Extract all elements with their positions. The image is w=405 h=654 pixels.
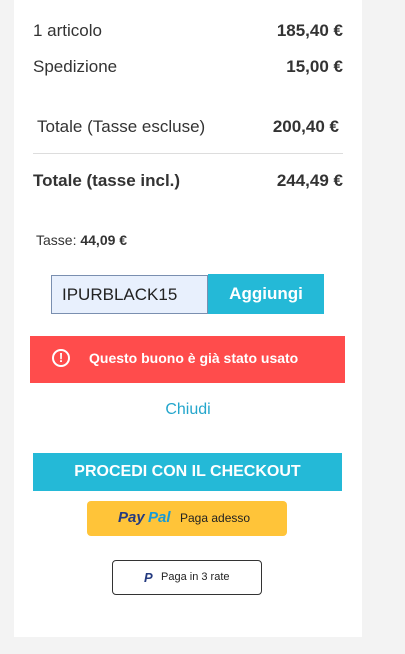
paypal-pay-now-label: Paga adesso	[180, 511, 251, 525]
total-value: 244,49 €	[276, 171, 343, 190]
items-label: 1 articolo	[33, 21, 102, 40]
paypal-installments-label: Paga in 3 rate	[161, 571, 230, 583]
divider	[33, 153, 343, 154]
checkout-button[interactable]: PROCEDI CON IL CHECKOUT	[33, 453, 342, 491]
subtotal-value: 200,40 €	[272, 117, 339, 136]
items-value: 185,40 €	[276, 21, 343, 40]
coupon-input[interactable]	[51, 275, 208, 314]
cart-summary-card	[14, 0, 362, 637]
taxes-value: 44,09 €	[80, 232, 128, 248]
paypal-logo-pal: Pal	[148, 509, 171, 526]
total-label: Totale (tasse incl.)	[33, 171, 181, 190]
taxes-label: Tasse:	[36, 232, 77, 248]
add-coupon-button[interactable]: Aggiungi	[208, 274, 324, 314]
close-link[interactable]: Chiudi	[0, 401, 376, 419]
paypal-pay-now-button[interactable]: Pay Pal Paga adesso	[87, 501, 287, 536]
alert-circle-icon: !	[52, 349, 70, 367]
error-alert: ! Questo buono è già stato usato	[30, 336, 345, 383]
paypal-icon: P	[144, 570, 153, 585]
shipping-label: Spedizione	[33, 57, 118, 76]
error-message: Questo buono è già stato usato	[89, 350, 299, 366]
paypal-installments-button[interactable]: P Paga in 3 rate	[112, 560, 262, 595]
shipping-value: 15,00 €	[286, 57, 343, 76]
taxes-line: Tasse: 44,09 €	[36, 232, 127, 248]
paypal-logo-pay: Pay	[118, 509, 145, 526]
subtotal-label: Totale (Tasse escluse)	[37, 117, 206, 136]
